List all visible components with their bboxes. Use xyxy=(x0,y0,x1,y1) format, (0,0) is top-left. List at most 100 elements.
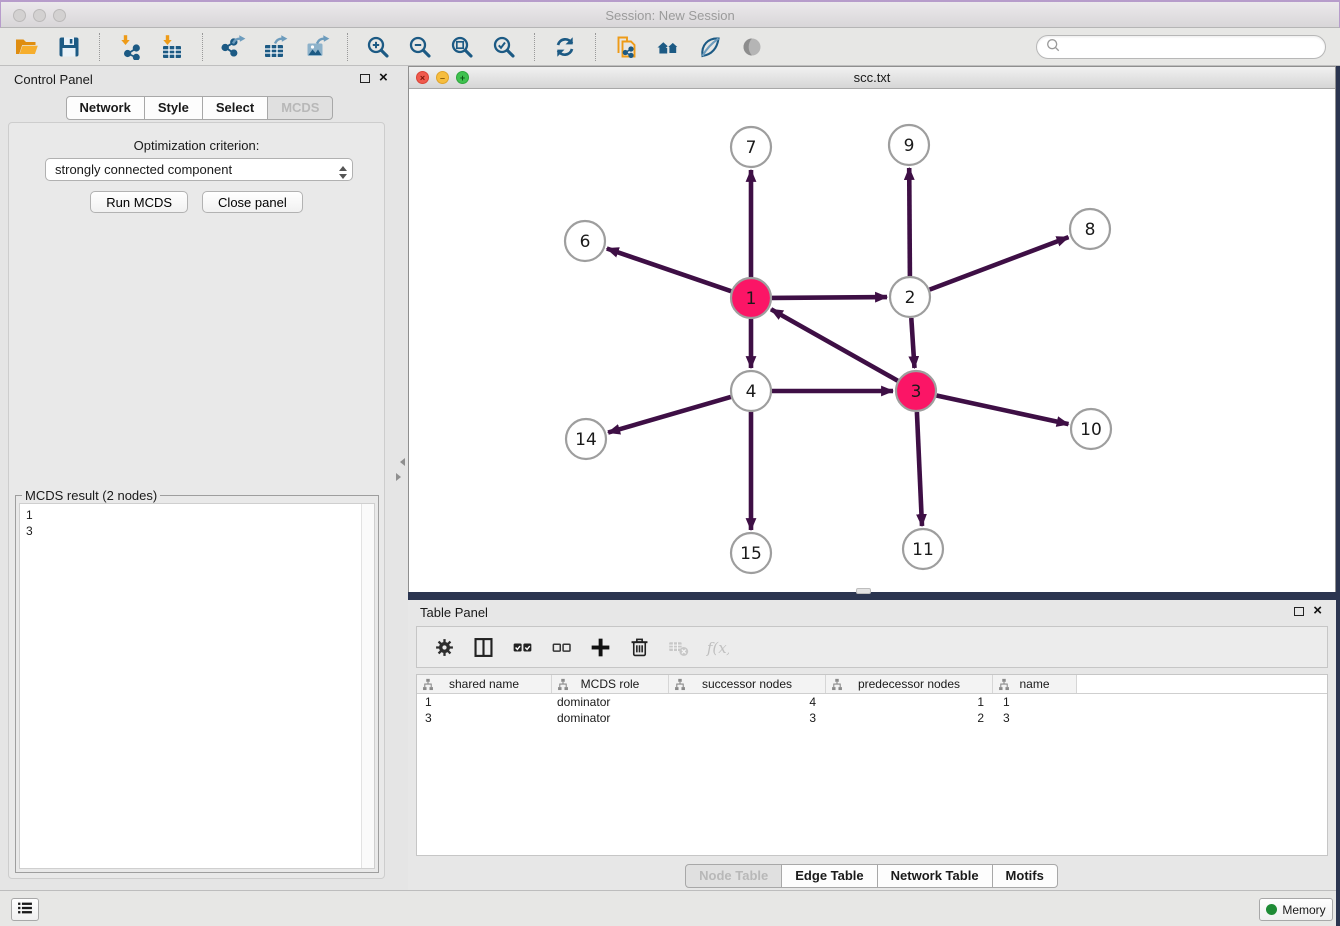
zoom-out-icon[interactable] xyxy=(405,32,435,62)
tab-select[interactable]: Select xyxy=(202,96,268,120)
column-header-shared-name[interactable]: shared name xyxy=(417,675,552,693)
column-header-successor-nodes[interactable]: successor nodes xyxy=(669,675,826,693)
table-close-panel-icon[interactable]: × xyxy=(1313,606,1322,616)
style-brush-icon[interactable] xyxy=(695,32,725,62)
table-cell[interactable]: 3 xyxy=(669,710,826,726)
svg-text:8: 8 xyxy=(1085,220,1096,240)
mcds-panel: Optimization criterion: strongly connect… xyxy=(8,122,385,879)
run-mcds-button[interactable]: Run MCDS xyxy=(90,191,188,213)
float-panel-icon[interactable] xyxy=(360,74,370,83)
svg-text:7: 7 xyxy=(746,138,757,158)
task-history-button[interactable] xyxy=(11,898,39,921)
svg-text:1: 1 xyxy=(746,289,757,309)
edge-2-8[interactable] xyxy=(930,237,1069,290)
open-folder-icon[interactable] xyxy=(12,32,42,62)
graph-node-2[interactable]: 2 xyxy=(890,277,930,317)
home-gallery-icon[interactable] xyxy=(653,32,683,62)
control-panel: Control Panel × NetworkStyleSelectMCDS O… xyxy=(0,66,408,890)
column-header-name[interactable]: name xyxy=(993,675,1077,693)
table-cell[interactable]: 1 xyxy=(993,694,1077,710)
close-panel-icon[interactable]: × xyxy=(379,73,388,83)
gear-icon[interactable] xyxy=(432,635,456,659)
close-panel-button[interactable]: Close panel xyxy=(202,191,303,213)
horizontal-splitter-handle[interactable] xyxy=(856,588,871,594)
deselect-all-icon[interactable] xyxy=(549,635,573,659)
search-input[interactable] xyxy=(1062,40,1325,54)
table-cell[interactable]: 3 xyxy=(417,710,552,726)
svg-text:14: 14 xyxy=(575,430,597,450)
column-label: shared name xyxy=(449,677,519,691)
tab-node-table[interactable]: Node Table xyxy=(685,864,782,888)
columns-icon[interactable] xyxy=(471,635,495,659)
table-cell[interactable]: dominator xyxy=(552,694,669,710)
zoom-selected-icon[interactable] xyxy=(489,32,519,62)
add-row-icon[interactable] xyxy=(588,635,612,659)
table-cell[interactable]: 4 xyxy=(669,694,826,710)
network-copy-icon[interactable] xyxy=(611,32,641,62)
table-panel: Table Panel × f(x) shared nameMCDS roles… xyxy=(408,600,1336,890)
memory-button[interactable]: Memory xyxy=(1259,898,1333,921)
export-network-icon[interactable] xyxy=(218,32,248,62)
search-box[interactable] xyxy=(1036,35,1326,59)
result-scrollbar[interactable] xyxy=(361,504,374,868)
select-all-icon[interactable] xyxy=(510,635,534,659)
tab-mcds[interactable]: MCDS xyxy=(267,96,333,120)
edge-2-9[interactable] xyxy=(909,168,910,276)
table-row[interactable]: 1dominator411 xyxy=(417,694,1327,710)
table-cell[interactable]: 1 xyxy=(417,694,552,710)
tab-network[interactable]: Network xyxy=(66,96,145,120)
mac-titlebar: Session: New Session xyxy=(0,0,1340,28)
edge-1-2[interactable] xyxy=(772,297,887,298)
optimization-label: Optimization criterion: xyxy=(9,138,384,153)
graph-node-14[interactable]: 14 xyxy=(566,419,606,459)
memory-status-icon xyxy=(1266,904,1277,915)
table-cell[interactable]: 1 xyxy=(826,694,993,710)
network-window-titlebar[interactable]: × – + scc.txt xyxy=(409,67,1335,89)
vertical-splitter-handle[interactable] xyxy=(396,458,405,481)
save-icon[interactable] xyxy=(54,32,84,62)
birdseye-icon[interactable] xyxy=(737,32,767,62)
column-header-MCDS-role[interactable]: MCDS role xyxy=(552,675,669,693)
criterion-dropdown[interactable]: strongly connected component xyxy=(45,158,353,181)
tab-style[interactable]: Style xyxy=(144,96,203,120)
edge-3-10[interactable] xyxy=(937,396,1069,425)
edge-1-6[interactable] xyxy=(607,249,731,292)
refresh-icon[interactable] xyxy=(550,32,580,62)
import-network-icon[interactable] xyxy=(115,32,145,62)
svg-text:15: 15 xyxy=(740,544,762,564)
tab-motifs[interactable]: Motifs xyxy=(992,864,1058,888)
table-cell[interactable]: 3 xyxy=(993,710,1077,726)
zoom-fit-icon[interactable] xyxy=(447,32,477,62)
column-label: MCDS role xyxy=(581,677,640,691)
graph-node-7[interactable]: 7 xyxy=(731,127,771,167)
edge-4-14[interactable] xyxy=(608,397,731,433)
graph-node-1[interactable]: 1 xyxy=(731,278,771,318)
tab-network-table[interactable]: Network Table xyxy=(877,864,993,888)
graph-node-10[interactable]: 10 xyxy=(1071,409,1111,449)
export-table-icon[interactable] xyxy=(260,32,290,62)
edge-3-11[interactable] xyxy=(917,412,922,526)
import-table-icon[interactable] xyxy=(157,32,187,62)
edge-2-3[interactable] xyxy=(911,318,914,368)
table-toolbar: f(x) xyxy=(416,626,1328,668)
mcds-result-list[interactable]: 1 3 xyxy=(19,503,375,869)
graph-node-9[interactable]: 9 xyxy=(889,125,929,165)
session-title: Session: New Session xyxy=(1,8,1339,23)
graph-node-4[interactable]: 4 xyxy=(731,371,771,411)
table-cell[interactable]: dominator xyxy=(552,710,669,726)
zoom-in-icon[interactable] xyxy=(363,32,393,62)
graph-node-6[interactable]: 6 xyxy=(565,221,605,261)
delete-row-icon[interactable] xyxy=(627,635,651,659)
table-float-panel-icon[interactable] xyxy=(1294,607,1304,616)
column-header-predecessor-nodes[interactable]: predecessor nodes xyxy=(826,675,993,693)
graph-node-15[interactable]: 15 xyxy=(731,533,771,573)
graph-node-8[interactable]: 8 xyxy=(1070,209,1110,249)
graph-node-3[interactable]: 3 xyxy=(896,371,936,411)
table-cell[interactable]: 2 xyxy=(826,710,993,726)
network-canvas[interactable]: 7 9 6 8 1 2 4 3 14 10 15 11 xyxy=(409,89,1335,592)
tab-edge-table[interactable]: Edge Table xyxy=(781,864,877,888)
graph-node-11[interactable]: 11 xyxy=(903,529,943,569)
export-image-icon[interactable] xyxy=(302,32,332,62)
table-row[interactable]: 3dominator323 xyxy=(417,710,1327,726)
edge-3-1[interactable] xyxy=(771,309,898,380)
